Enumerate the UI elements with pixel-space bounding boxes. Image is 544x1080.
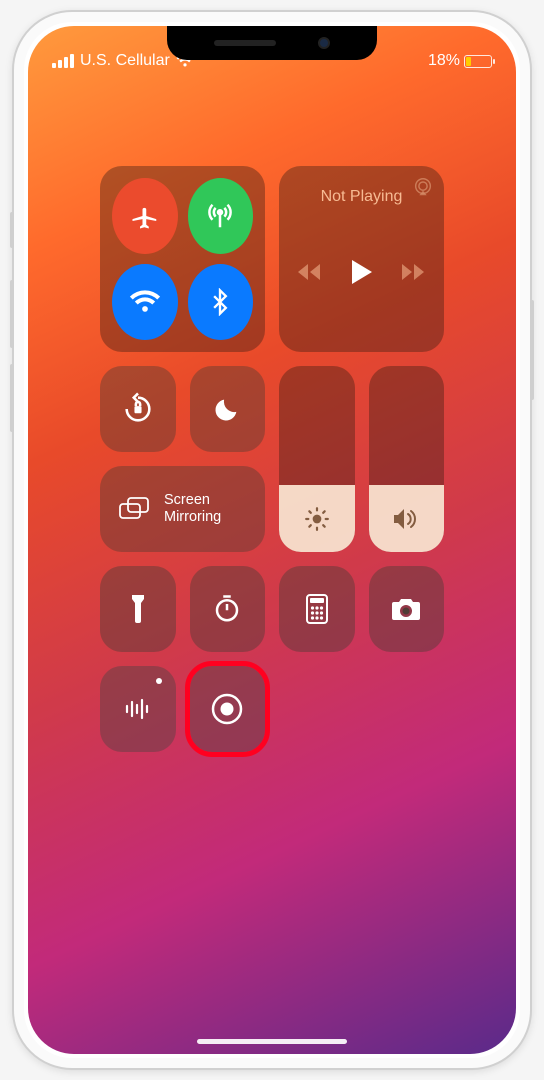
- next-track-button[interactable]: [402, 262, 426, 282]
- phone-frame: U.S. Cellular 18%: [12, 10, 532, 1070]
- cellular-signal-icon: [52, 54, 74, 68]
- connectivity-module[interactable]: [100, 166, 265, 352]
- orientation-lock-toggle[interactable]: [100, 366, 176, 452]
- antenna-icon: [205, 201, 235, 231]
- screen-mirroring-icon: [118, 496, 150, 522]
- control-center: Not Playing: [100, 166, 444, 752]
- screen-record-button[interactable]: [190, 666, 266, 752]
- calculator-button[interactable]: [279, 566, 355, 652]
- volume-down-button: [10, 364, 14, 432]
- screen-mirroring-button[interactable]: Screen Mirroring: [100, 466, 265, 552]
- mute-switch: [10, 212, 14, 248]
- camera-icon: [390, 596, 422, 622]
- moon-icon: [213, 395, 241, 423]
- battery-fill: [466, 57, 471, 66]
- record-icon: [210, 692, 244, 726]
- brightness-slider[interactable]: [279, 366, 355, 552]
- do-not-disturb-toggle[interactable]: [190, 366, 266, 452]
- timer-icon: [212, 594, 242, 624]
- bluetooth-toggle[interactable]: [188, 264, 254, 340]
- bluetooth-icon: [206, 288, 234, 316]
- airplane-mode-toggle[interactable]: [112, 178, 178, 254]
- hearing-button[interactable]: [100, 666, 176, 752]
- flashlight-button[interactable]: [100, 566, 176, 652]
- battery-percentage: 18%: [428, 52, 460, 70]
- media-title: Not Playing: [293, 188, 430, 206]
- screen: U.S. Cellular 18%: [28, 26, 516, 1054]
- timer-button[interactable]: [190, 566, 266, 652]
- speaker-grille: [214, 40, 276, 46]
- wifi-toggle[interactable]: [112, 264, 178, 340]
- airplane-icon: [130, 201, 160, 231]
- volume-up-button: [10, 280, 14, 348]
- power-button: [530, 300, 534, 400]
- flashlight-icon: [126, 593, 150, 625]
- battery-icon: [464, 55, 492, 68]
- camera-button[interactable]: [369, 566, 445, 652]
- calculator-icon: [305, 594, 329, 624]
- notch: [167, 26, 377, 60]
- carrier-label: U.S. Cellular: [80, 52, 170, 70]
- orientation-lock-icon: [121, 392, 155, 426]
- media-module[interactable]: Not Playing: [279, 166, 444, 352]
- airplay-icon[interactable]: [412, 176, 434, 198]
- screen-mirroring-label: Screen Mirroring: [164, 492, 221, 527]
- cellular-data-toggle[interactable]: [188, 178, 254, 254]
- brightness-icon: [304, 506, 330, 532]
- volume-icon: [392, 507, 420, 531]
- wifi-icon: [129, 289, 161, 315]
- volume-slider[interactable]: [369, 366, 445, 552]
- waveform-icon: [123, 697, 153, 721]
- home-indicator[interactable]: [197, 1039, 347, 1044]
- notification-dot-icon: [156, 678, 162, 684]
- previous-track-button[interactable]: [298, 262, 322, 282]
- front-camera: [318, 37, 330, 49]
- play-button[interactable]: [350, 258, 374, 286]
